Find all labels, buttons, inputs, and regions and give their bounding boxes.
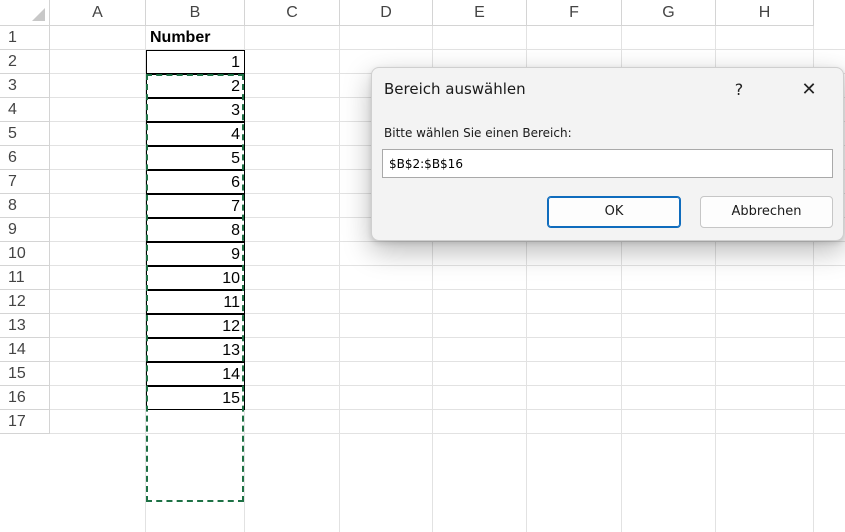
cell-b9[interactable]: 8 — [146, 218, 245, 242]
cell-b12[interactable]: 11 — [146, 290, 245, 314]
row-header-14[interactable]: 14 — [0, 338, 50, 362]
select-all-triangle-icon — [32, 8, 45, 21]
cell-b7[interactable]: 6 — [146, 170, 245, 194]
column-header-e[interactable]: E — [433, 0, 527, 26]
select-all-corner[interactable] — [0, 0, 50, 26]
cell-b1-header[interactable]: Number — [146, 26, 245, 50]
cell-b4[interactable]: 3 — [146, 98, 245, 122]
row-header-3[interactable]: 3 — [0, 74, 50, 98]
help-button[interactable]: ? — [724, 76, 754, 104]
column-header-f[interactable]: F — [527, 0, 622, 26]
cell-b11[interactable]: 10 — [146, 266, 245, 290]
row-header-1[interactable]: 1 — [0, 26, 50, 50]
cell-b3[interactable]: 2 — [146, 74, 245, 98]
select-range-dialog: Bereich auswählen ? ✕ Bitte wählen Sie e… — [371, 67, 844, 241]
column-header-g[interactable]: G — [622, 0, 716, 26]
row-header-2[interactable]: 2 — [0, 50, 50, 74]
cell-b8[interactable]: 7 — [146, 194, 245, 218]
row-header-13[interactable]: 13 — [0, 314, 50, 338]
row-header-8[interactable]: 8 — [0, 194, 50, 218]
cell-b2[interactable]: 1 — [146, 50, 245, 74]
row-header-11[interactable]: 11 — [0, 266, 50, 290]
column-header-h[interactable]: H — [716, 0, 814, 26]
row-header-12[interactable]: 12 — [0, 290, 50, 314]
column-header-a[interactable]: A — [50, 0, 146, 26]
cell-b10[interactable]: 9 — [146, 242, 245, 266]
row-header-7[interactable]: 7 — [0, 170, 50, 194]
column-header-d[interactable]: D — [340, 0, 433, 26]
row-header-5[interactable]: 5 — [0, 122, 50, 146]
row-header-10[interactable]: 10 — [0, 242, 50, 266]
cell-b14[interactable]: 13 — [146, 338, 245, 362]
range-input[interactable] — [382, 149, 833, 178]
column-header-c[interactable]: C — [245, 0, 340, 26]
cell-b15[interactable]: 14 — [146, 362, 245, 386]
ok-button[interactable]: OK — [547, 196, 681, 228]
cancel-button[interactable]: Abbrechen — [700, 196, 833, 228]
cell-b5[interactable]: 4 — [146, 122, 245, 146]
row-header-15[interactable]: 15 — [0, 362, 50, 386]
row-header-6[interactable]: 6 — [0, 146, 50, 170]
row-header-16[interactable]: 16 — [0, 386, 50, 410]
row-header-4[interactable]: 4 — [0, 98, 50, 122]
row-header-17[interactable]: 17 — [0, 410, 50, 434]
gridline-vertical — [339, 26, 340, 532]
cell-b6[interactable]: 5 — [146, 146, 245, 170]
column-header-b[interactable]: B — [146, 0, 245, 26]
range-prompt-label: Bitte wählen Sie einen Bereich: — [384, 126, 572, 140]
gridline-horizontal — [50, 433, 845, 434]
row-header-9[interactable]: 9 — [0, 218, 50, 242]
close-icon[interactable]: ✕ — [792, 76, 826, 104]
cell-b16[interactable]: 15 — [146, 386, 245, 410]
cell-b13[interactable]: 12 — [146, 314, 245, 338]
dialog-title: Bereich auswählen — [384, 80, 526, 98]
